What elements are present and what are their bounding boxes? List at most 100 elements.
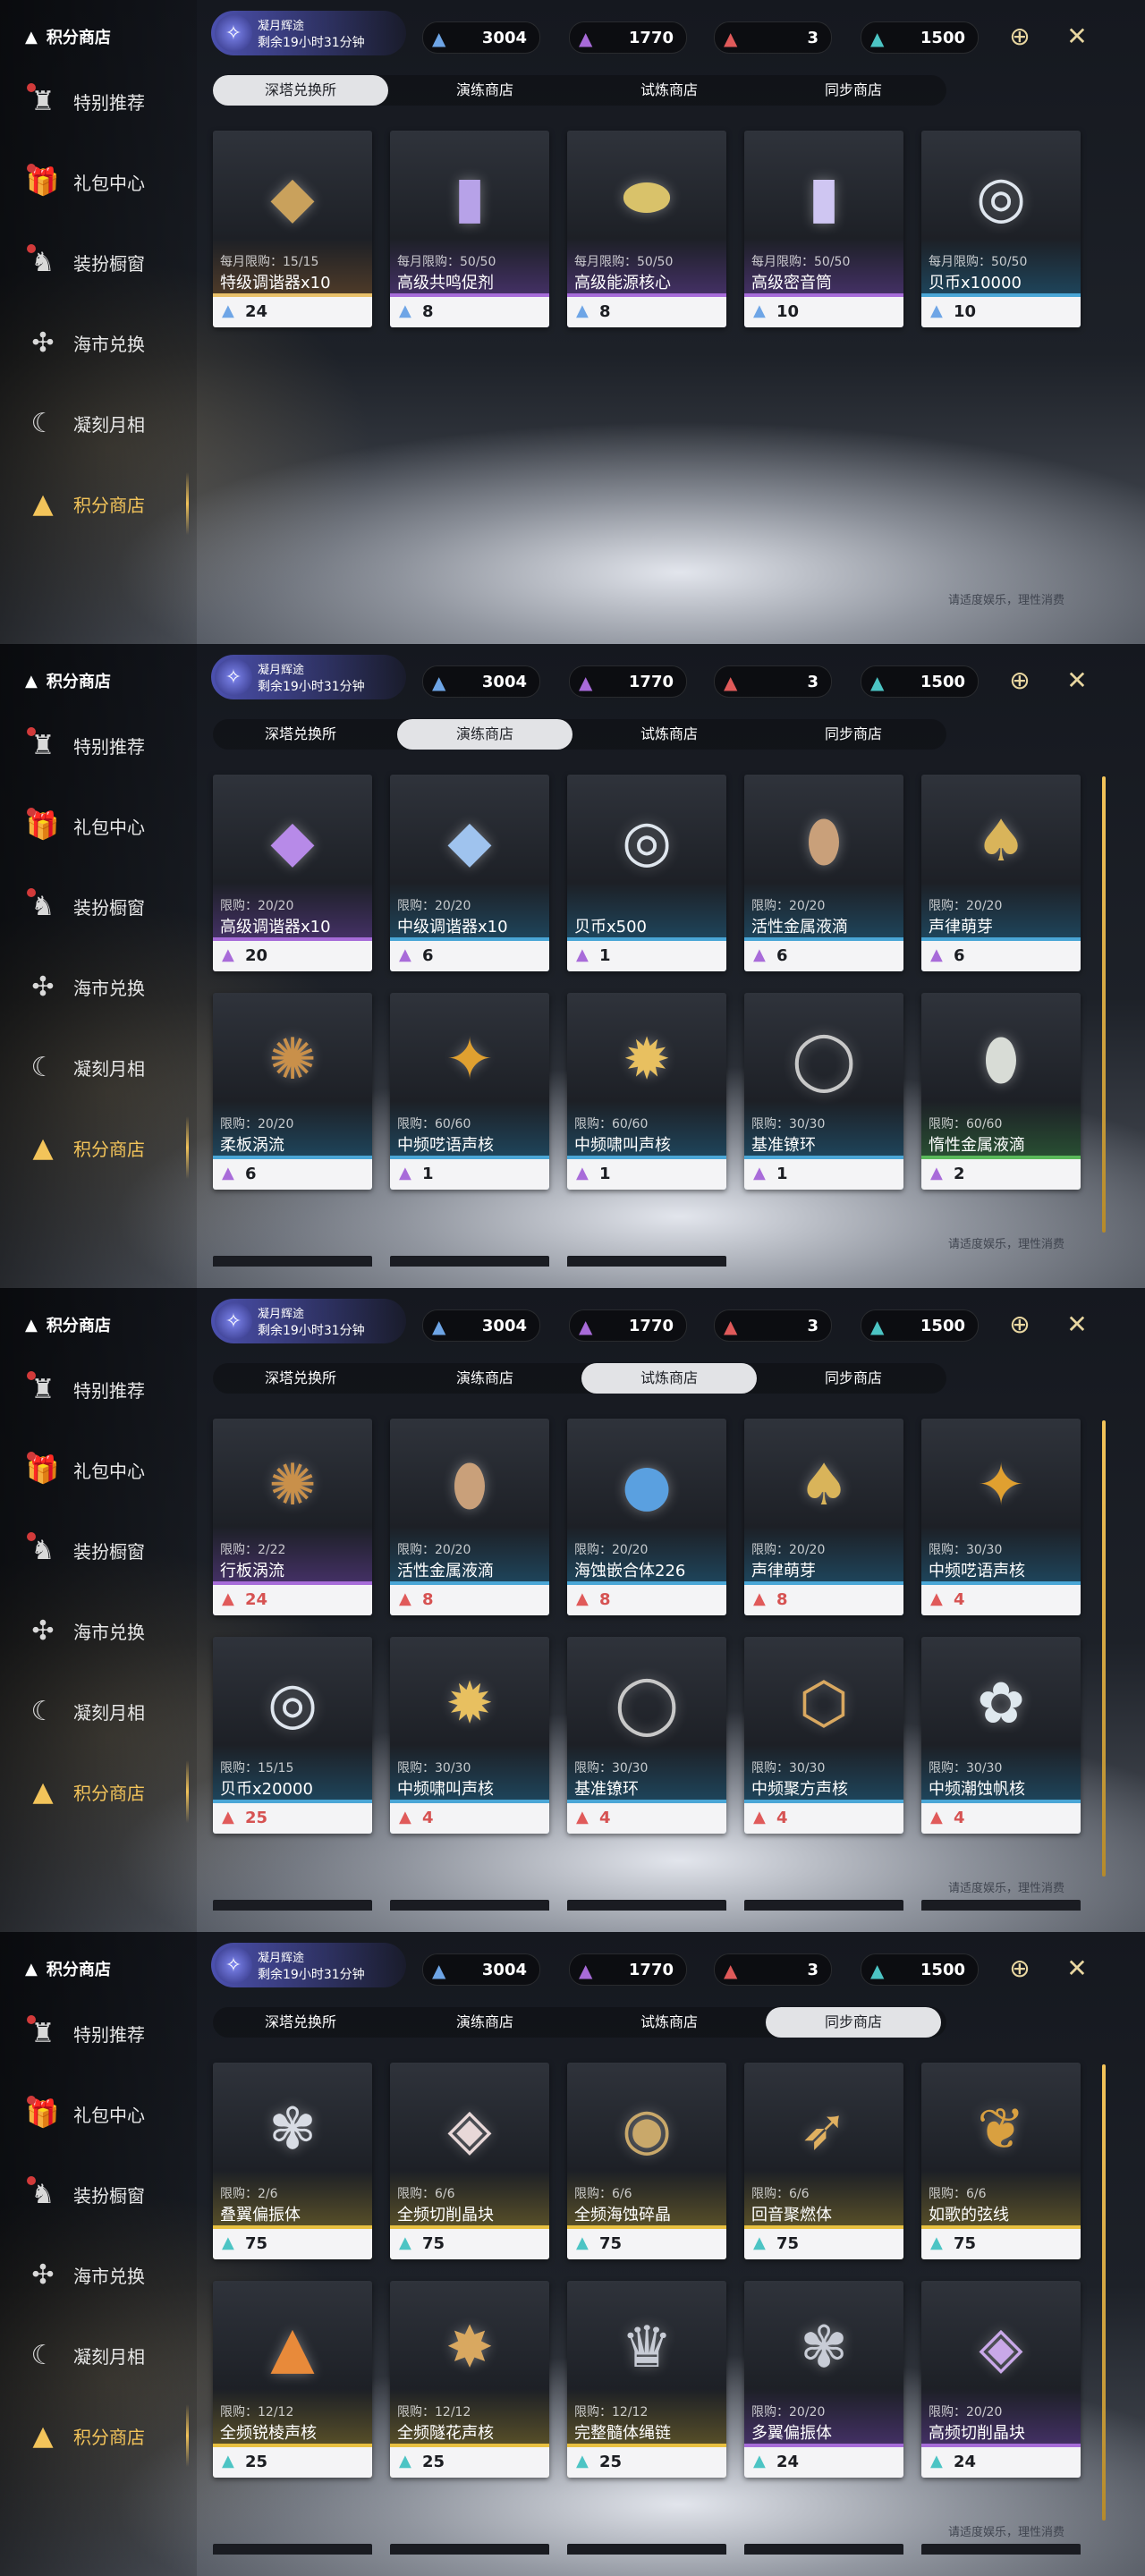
close-icon[interactable]: ✕ [1061,1952,1093,1984]
sidebar-item[interactable]: ♜ 特别推荐 [25,1367,145,1411]
shop-item-card[interactable]: ◎ 限购：15/15 贝币x20000 ▲ 25 [213,1637,372,1834]
shop-item-card[interactable]: ♠ 限购：20/20 声律萌芽 ▲ 8 [744,1419,903,1615]
target-icon[interactable]: ⊕ [1004,1308,1036,1340]
close-icon[interactable]: ✕ [1061,1308,1093,1340]
currency-counter: ▲ 3 [714,665,832,698]
shop-item-card[interactable]: ✾ 限购：2/6 叠翼偏振体 ▲ 75 [213,2063,372,2259]
shop-item-card[interactable]: ◈ 限购：6/6 全频切削晶块 ▲ 75 [390,2063,549,2259]
shop-item-card[interactable]: ✦ 限购：30/30 中频呓语声核 ▲ 4 [921,1419,1081,1615]
shop-item-card[interactable]: ⬡ 限购：30/30 中频聚方声核 ▲ 4 [744,1637,903,1834]
next-row-card-edge [567,1900,726,1911]
notification-badge [27,2015,36,2024]
shop-item-card[interactable]: ⬮ 限购：20/20 活性金属液滴 ▲ 6 [744,775,903,971]
target-icon[interactable]: ⊕ [1004,1952,1036,1984]
shop-item-card[interactable]: ◈ 限购：20/20 高频切削晶块 ▲ 24 [921,2281,1081,2478]
shop-tab[interactable]: 深塔兑换所 [213,719,388,750]
shop-item-card[interactable]: ⬮ 限购：20/20 活性金属液滴 ▲ 8 [390,1419,549,1615]
target-icon[interactable]: ⊕ [1004,664,1036,696]
shop-tab[interactable]: 试炼商店 [581,1363,757,1394]
shop-item-card[interactable]: ✹ 限购：30/30 中频啸叫声核 ▲ 4 [390,1637,549,1834]
shop-tab[interactable]: 同步商店 [766,75,941,106]
event-banner[interactable]: ✧ 凝月辉途 剩余19小时31分钟 [211,1943,406,1987]
shop-item-card[interactable]: ◯ 限购：30/30 基准镣环 ▲ 1 [744,993,903,1190]
scrollbar[interactable] [1102,1420,1106,1877]
close-icon[interactable]: ✕ [1061,664,1093,696]
sidebar-item[interactable]: ♜ 特别推荐 [25,79,145,123]
shop-item-card[interactable]: ◆ 限购：20/20 高级调谐器x10 ▲ 20 [213,775,372,971]
shop-item-card[interactable]: ❦ 限购：6/6 如歌的弦线 ▲ 75 [921,2063,1081,2259]
shop-item-card[interactable]: ▮ 每月限购：50/50 高级共鸣促剂 ▲ 8 [390,131,549,327]
event-banner[interactable]: ✧ 凝月辉途 剩余19小时31分钟 [211,655,406,699]
sidebar-item[interactable]: ☾ 凝刻月相 [25,1689,145,1733]
shop-tab[interactable]: 试炼商店 [581,719,757,750]
sidebar-item[interactable]: ♞ 装扮橱窗 [25,1528,145,1572]
sidebar-item[interactable]: 🎁 礼包中心 [25,159,145,204]
event-banner[interactable]: ✧ 凝月辉途 剩余19小时31分钟 [211,11,406,55]
shop-tab[interactable]: 深塔兑换所 [213,1363,388,1394]
shop-tab[interactable]: 演练商店 [397,1363,572,1394]
sidebar-item[interactable]: 🎁 礼包中心 [25,2091,145,2136]
currency-gem-icon: ▲ [753,1589,766,1608]
shop-tab[interactable]: 试炼商店 [581,2007,757,2038]
shop-tab[interactable]: 同步商店 [766,719,941,750]
target-icon[interactable]: ⊕ [1004,20,1036,52]
sidebar-item[interactable]: ▲ 积分商店 [25,2404,189,2467]
shop-item-card[interactable]: ● 限购：20/20 海蚀嵌合体226 ▲ 8 [567,1419,726,1615]
shop-item-card[interactable]: ✺ 限购：20/20 柔板涡流 ▲ 6 [213,993,372,1190]
shop-item-card[interactable]: ⬮ 限购：60/60 惰性金属液滴 ▲ 2 [921,993,1081,1190]
shop-tab[interactable]: 演练商店 [397,75,572,106]
shop-item-card[interactable]: ⬬ 每月限购：50/50 高级能源核心 ▲ 8 [567,131,726,327]
shop-item-card[interactable]: ✿ 限购：30/30 中频潮蚀帆核 ▲ 4 [921,1637,1081,1834]
close-icon[interactable]: ✕ [1061,20,1093,52]
scrollbar[interactable] [1102,2064,1106,2521]
shop-item-card[interactable]: ◆ 每月限购：15/15 特级调谐器x10 ▲ 24 [213,131,372,327]
sidebar-item[interactable]: ☾ 凝刻月相 [25,2333,145,2377]
event-countdown: 剩余19小时31分钟 [258,1968,365,1982]
sidebar-item[interactable]: ♜ 特别推荐 [25,2011,145,2055]
sidebar-item[interactable]: ♞ 装扮橱窗 [25,2172,145,2216]
price-value: 20 [245,946,268,965]
shop-item-card[interactable]: ▲ 限购：12/12 全频锐棱声核 ▲ 25 [213,2281,372,2478]
gift-icon: 🎁 [25,808,61,843]
currency-gem-icon: ▲ [399,1808,411,1826]
shop-item-card[interactable]: ✺ 限购：2/22 行板涡流 ▲ 24 [213,1419,372,1615]
sidebar-item[interactable]: ✣ 海市兑换 [25,320,145,365]
shop-item-card[interactable]: ◉ 限购：6/6 全频海蚀碎晶 ▲ 75 [567,2063,726,2259]
shop-item-card[interactable]: ◯ 限购：30/30 基准镣环 ▲ 4 [567,1637,726,1834]
sidebar-item[interactable]: ♞ 装扮橱窗 [25,240,145,284]
shop-item-card[interactable]: ◆ 限购：20/20 中级调谐器x10 ▲ 6 [390,775,549,971]
shop-tab[interactable]: 演练商店 [397,2007,572,2038]
shop-tab[interactable]: 同步商店 [766,1363,941,1394]
sidebar-item[interactable]: ♜ 特别推荐 [25,723,145,767]
scrollbar[interactable] [1102,776,1106,1233]
shop-item-card[interactable]: ▮ 每月限购：50/50 高级密音筒 ▲ 10 [744,131,903,327]
sidebar-item[interactable]: ✣ 海市兑换 [25,964,145,1009]
item-name: 如歌的弦线 [929,2206,1009,2224]
sidebar-item[interactable]: ▲ 积分商店 [25,1116,189,1179]
shop-item-card[interactable]: ◎ 每月限购：50/50 贝币x10000 ▲ 10 [921,131,1081,327]
shop-item-card[interactable]: ✾ 限购：20/20 多翼偏振体 ▲ 24 [744,2281,903,2478]
shop-item-card[interactable]: ♠ 限购：20/20 声律萌芽 ▲ 6 [921,775,1081,971]
shop-item-card[interactable]: ✸ 限购：12/12 全频隧花声核 ▲ 25 [390,2281,549,2478]
event-banner[interactable]: ✧ 凝月辉途 剩余19小时31分钟 [211,1299,406,1343]
item-name: 中频啸叫声核 [397,1780,494,1799]
shop-item-card[interactable]: ✹ 限购：60/60 中频啸叫声核 ▲ 1 [567,993,726,1190]
sidebar-item[interactable]: ▲ 积分商店 [25,1760,189,1823]
shop-item-card[interactable]: ◎ 贝币x500 ▲ 1 [567,775,726,971]
shop-tab[interactable]: 演练商店 [397,719,572,750]
shop-tab[interactable]: 深塔兑换所 [213,75,388,106]
sidebar-item[interactable]: ♞ 装扮橱窗 [25,884,145,928]
shop-tab[interactable]: 同步商店 [766,2007,941,2038]
sidebar-item[interactable]: 🎁 礼包中心 [25,1447,145,1492]
sidebar-item[interactable]: ✣ 海市兑换 [25,2252,145,2297]
shop-tab[interactable]: 试炼商店 [581,75,757,106]
shop-tab[interactable]: 深塔兑换所 [213,2007,388,2038]
sidebar-item[interactable]: ☾ 凝刻月相 [25,401,145,445]
shop-item-card[interactable]: ♛ 限购：12/12 完整髓体绳链 ▲ 25 [567,2281,726,2478]
shop-item-card[interactable]: ✦ 限购：60/60 中频呓语声核 ▲ 1 [390,993,549,1190]
shop-item-card[interactable]: ➶ 限购：6/6 回音聚燃体 ▲ 75 [744,2063,903,2259]
sidebar-item[interactable]: ☾ 凝刻月相 [25,1045,145,1089]
sidebar-item[interactable]: 🎁 礼包中心 [25,803,145,848]
sidebar-item[interactable]: ✣ 海市兑换 [25,1608,145,1653]
sidebar-item[interactable]: ▲ 积分商店 [25,472,189,535]
